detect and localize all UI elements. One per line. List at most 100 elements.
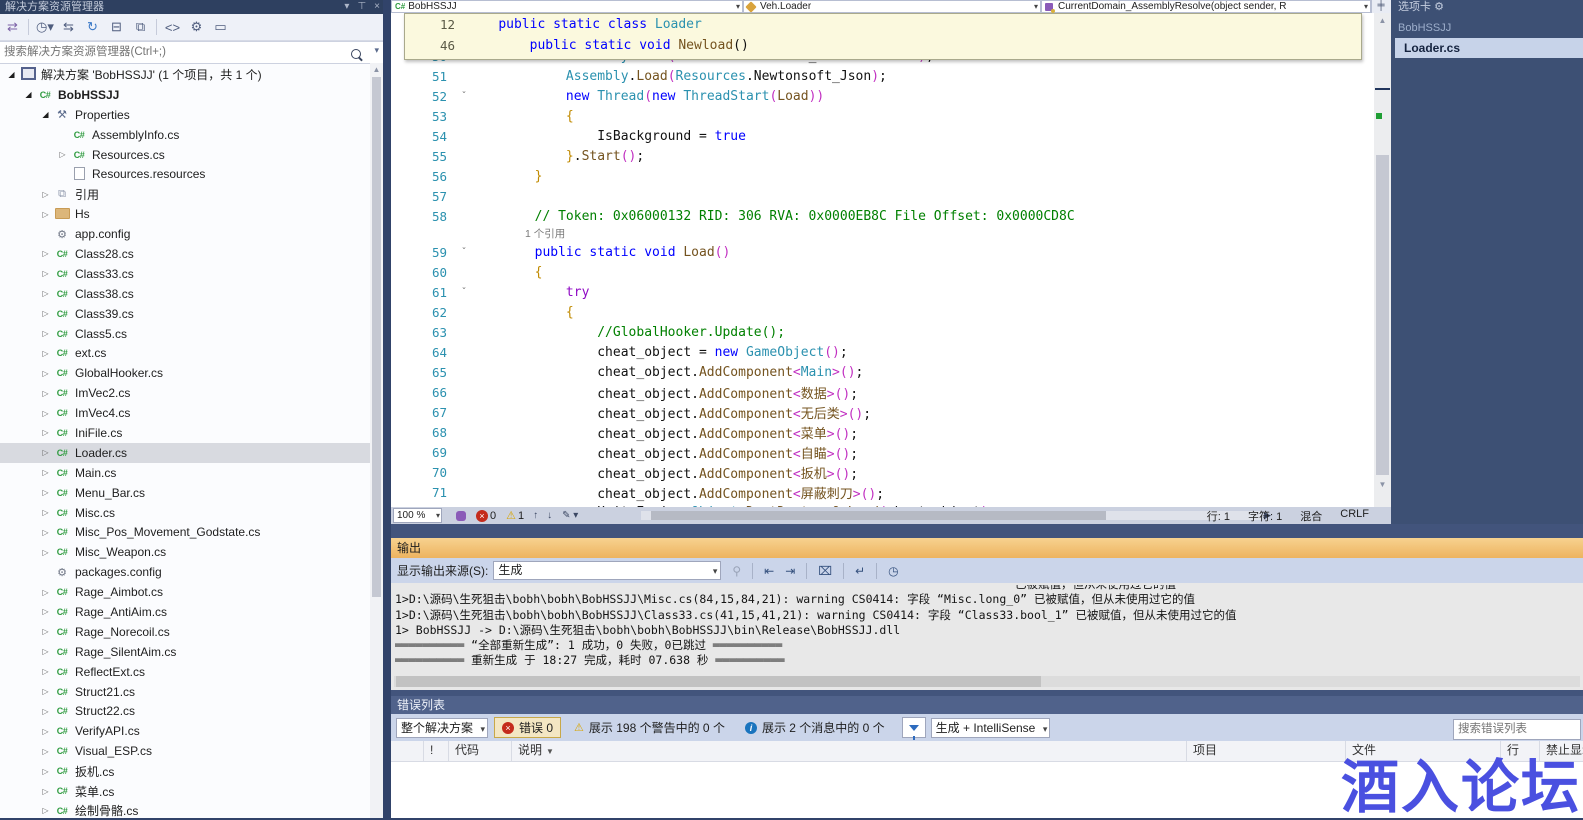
errors-filter-button[interactable]: × 错误 0 xyxy=(494,717,561,738)
clear-all-icon[interactable]: ⌧ xyxy=(818,564,832,578)
document-health-icon[interactable] xyxy=(456,511,466,521)
collapse-arrow-icon[interactable]: ◢ xyxy=(38,110,53,119)
expand-arrow-icon[interactable]: ▷ xyxy=(38,627,53,636)
expand-arrow-icon[interactable]: ▷ xyxy=(38,528,53,537)
expand-arrow-icon[interactable]: ▷ xyxy=(38,588,53,597)
tree-item[interactable]: ⚙packages.config xyxy=(0,562,370,582)
expand-arrow-icon[interactable]: ▷ xyxy=(38,389,53,398)
tree-item[interactable]: ▷C#菜单.cs xyxy=(0,781,370,801)
tree-item[interactable]: ▷C#Rage_SilentAim.cs xyxy=(0,642,370,662)
editor-horizontal-scrollbar[interactable] xyxy=(641,511,1261,520)
messages-filter-button[interactable]: i 展示 2 个消息中的 0 个 xyxy=(738,718,892,737)
expand-arrow-icon[interactable]: ▷ xyxy=(38,667,53,676)
expand-arrow-icon[interactable]: ▷ xyxy=(38,508,53,517)
expand-arrow-icon[interactable]: ▷ xyxy=(38,687,53,696)
tree-item[interactable]: ▷C#Main.cs xyxy=(0,463,370,483)
expand-arrow-icon[interactable]: ▷ xyxy=(38,488,53,497)
show-all-files-icon[interactable]: ⧉ xyxy=(132,19,149,35)
scrollbar-thumb[interactable] xyxy=(1376,155,1389,475)
tree-item[interactable]: ▷C#Rage_Norecoil.cs xyxy=(0,622,370,642)
warning-count[interactable]: ⚠ 1 xyxy=(506,509,524,522)
expand-arrow-icon[interactable]: ▷ xyxy=(38,747,53,756)
tree-item[interactable]: ◢解决方案 'BobHSSJJ' (1 个项目，共 1 个) xyxy=(0,65,370,85)
fold-chevron-icon[interactable]: ˇ xyxy=(456,91,472,102)
tree-item[interactable]: ▷C#Class38.cs xyxy=(0,284,370,304)
collapse-arrow-icon[interactable]: ◢ xyxy=(4,70,19,79)
tree-item[interactable]: ▷⧉引用 xyxy=(0,184,370,204)
warnings-filter-button[interactable]: ⚠ 展示 198 个警告中的 0 个 xyxy=(567,718,732,737)
scroll-up-icon[interactable]: ▲ xyxy=(1374,16,1391,25)
expand-arrow-icon[interactable]: ▷ xyxy=(38,210,53,219)
expand-arrow-icon[interactable]: ▷ xyxy=(38,707,53,716)
column-header[interactable]: 项目 xyxy=(1187,741,1346,761)
codelens-references[interactable]: 1 个引用 xyxy=(391,226,1374,242)
timestamp-icon[interactable]: ◷ xyxy=(888,564,898,578)
solution-explorer-search[interactable]: 搜索解决方案资源管理器(Ctrl+;) ▾ xyxy=(0,41,383,64)
type-dropdown[interactable]: Veh.Loader ▾ xyxy=(743,0,1041,13)
tree-item[interactable]: Resources.resources xyxy=(0,164,370,184)
project-dropdown[interactable]: C# BobHSSJJ ▾ xyxy=(391,0,743,13)
output-source-dropdown[interactable]: 生成 ▾ xyxy=(493,561,721,580)
refresh-icon[interactable]: ↻ xyxy=(84,19,101,35)
tree-item[interactable]: ◢⚒Properties xyxy=(0,105,370,125)
fold-chevron-icon[interactable]: ˇ xyxy=(456,287,472,298)
editor-vertical-scrollbar[interactable]: ▲ ▼ xyxy=(1374,13,1391,507)
search-icon[interactable] xyxy=(351,46,361,64)
tree-item[interactable]: ▷C#Struct22.cs xyxy=(0,702,370,722)
zoom-control[interactable]: 100 % ▾ xyxy=(393,508,442,523)
next-issue-icon[interactable]: ↓ xyxy=(547,510,552,521)
preview-selected-items-icon[interactable]: ▭ xyxy=(212,19,229,35)
expand-arrow-icon[interactable]: ▷ xyxy=(38,548,53,557)
column-header[interactable]: ! xyxy=(424,741,449,761)
expand-arrow-icon[interactable]: ▷ xyxy=(38,409,53,418)
switch-views-icon[interactable]: ⇄ xyxy=(4,19,21,35)
tree-item[interactable]: ▷Hs xyxy=(0,204,370,224)
fold-chevron-icon[interactable]: ˇ xyxy=(456,247,472,258)
tree-item[interactable]: ▷C#Rage_AntiAim.cs xyxy=(0,602,370,622)
tree-item[interactable]: ▷C#Class39.cs xyxy=(0,304,370,324)
column-header[interactable]: 代码 xyxy=(449,741,512,761)
sync-with-active-document-icon[interactable]: ⇆ xyxy=(60,19,77,35)
previous-message-icon[interactable]: ⇤ xyxy=(764,564,774,578)
column-header[interactable]: 说明▼ xyxy=(512,741,1187,761)
tree-item[interactable]: ▷C#Visual_ESP.cs xyxy=(0,741,370,761)
tree-scrollbar[interactable]: ▲ xyxy=(370,63,383,818)
tree-item[interactable]: ▷C#GlobalHooker.cs xyxy=(0,363,370,383)
collapse-arrow-icon[interactable]: ◢ xyxy=(21,90,36,99)
gear-icon[interactable]: ⚙ xyxy=(1434,1,1444,13)
tree-item[interactable]: ▷C#ImVec2.cs xyxy=(0,383,370,403)
expand-arrow-icon[interactable]: ▷ xyxy=(38,349,53,358)
tree-item[interactable]: ▷C#Menu_Bar.cs xyxy=(0,483,370,503)
tree-item[interactable]: ▷C#Resources.cs xyxy=(0,145,370,165)
view-code-icon[interactable]: <> xyxy=(164,20,181,35)
output-log[interactable]: 已被赋值，但从未使用过它的值1>D:\源码\生死狙击\bobh\bobh\Bob… xyxy=(395,585,1579,672)
expand-arrow-icon[interactable]: ▷ xyxy=(38,607,53,616)
output-horizontal-scrollbar[interactable] xyxy=(394,676,1580,687)
tree-item[interactable]: ▷C#Class33.cs xyxy=(0,264,370,284)
scroll-up-icon[interactable]: ▲ xyxy=(370,65,383,74)
tree-item[interactable]: ▷C#Class5.cs xyxy=(0,324,370,344)
expand-arrow-icon[interactable]: ▷ xyxy=(38,647,53,656)
code-area[interactable]: 50 Assembly.Load(Resources.MonoMod_Runti… xyxy=(391,13,1374,507)
filter-button[interactable] xyxy=(902,717,926,738)
tree-item[interactable]: ▷C#IniFile.cs xyxy=(0,423,370,443)
split-window-button[interactable]: ╪ xyxy=(1371,0,1390,13)
tree-item[interactable]: ▷C#Class28.cs xyxy=(0,244,370,264)
annotate-icon[interactable]: ✎ ▾ xyxy=(562,510,578,521)
expand-arrow-icon[interactable]: ▷ xyxy=(38,269,53,278)
tree-item[interactable]: ▷C#Misc_Weapon.cs xyxy=(0,542,370,562)
properties-icon[interactable]: ⚙ xyxy=(188,19,205,35)
close-icon[interactable]: × xyxy=(374,0,380,14)
column-header[interactable] xyxy=(391,741,424,761)
expand-arrow-icon[interactable]: ▷ xyxy=(38,309,53,318)
error-count[interactable]: × 0 xyxy=(476,510,496,522)
tree-item[interactable]: ▷C#Misc_Pos_Movement_Godstate.cs xyxy=(0,522,370,542)
pin-icon[interactable]: ⊤ xyxy=(357,0,366,14)
word-wrap-icon[interactable]: ↵ xyxy=(855,564,865,578)
next-message-icon[interactable]: ⇥ xyxy=(785,564,795,578)
tree-item[interactable]: ▷C#ext.cs xyxy=(0,343,370,363)
scrollbar-thumb[interactable] xyxy=(651,511,1106,520)
tree-item[interactable]: ▷C#Rage_Aimbot.cs xyxy=(0,582,370,602)
previous-issue-icon[interactable]: ↑ xyxy=(533,510,538,521)
tree-item[interactable]: ⚙app.config xyxy=(0,224,370,244)
